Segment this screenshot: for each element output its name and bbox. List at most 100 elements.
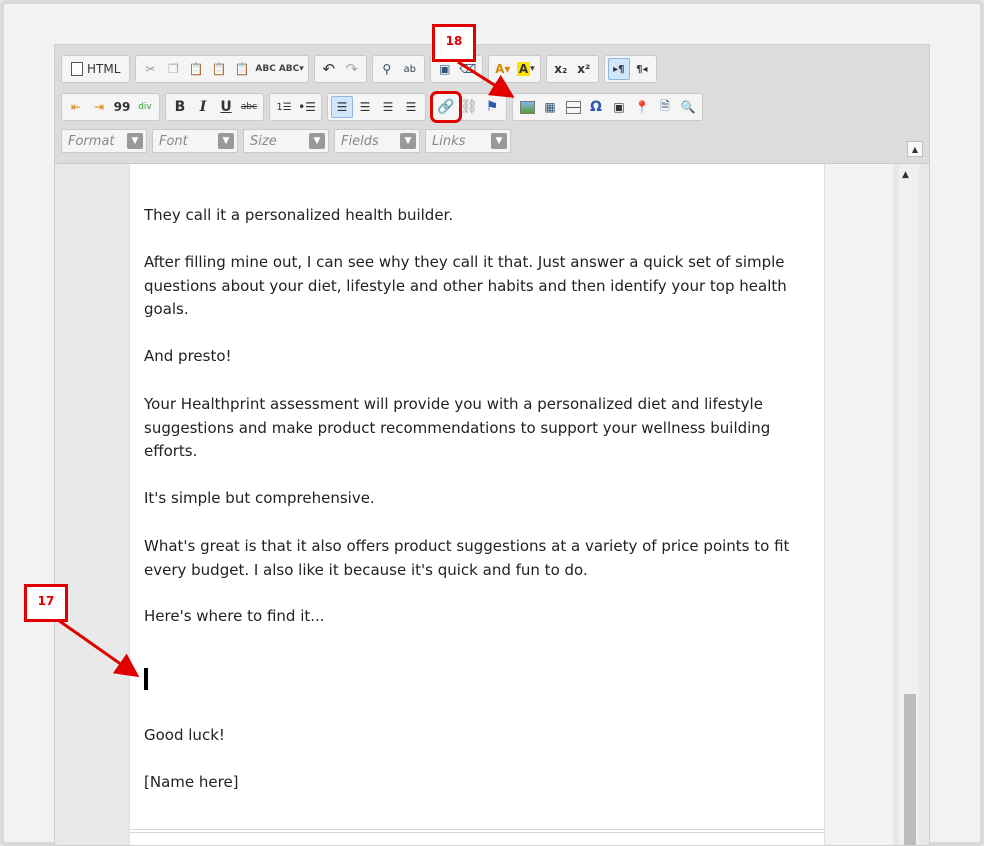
numbered-list-button[interactable]: 1☰ (273, 96, 295, 118)
format-select[interactable]: Format ▼ (61, 129, 147, 153)
omega-icon: Ω (590, 99, 602, 115)
spellcheck-button[interactable]: ABC (254, 58, 276, 80)
html-button-label: HTML (87, 62, 121, 76)
redo-icon: ↷ (345, 60, 359, 78)
paste-button[interactable]: 📋 (185, 58, 207, 80)
background-color-icon: A (516, 62, 531, 76)
paragraph-6: What's great is that it also offers prod… (144, 537, 790, 579)
binoculars-icon: ⚲ (382, 62, 392, 76)
paragraph-8: Good luck! (144, 726, 225, 744)
align-left-button[interactable]: ☰ (331, 96, 353, 118)
page-bottom-divider (130, 829, 824, 833)
underline-button[interactable]: U (215, 96, 237, 118)
paste-text-button[interactable]: 📋 (208, 58, 230, 80)
clipboard-group: ✂ ❐ 📋 📋 📋 ABC ABC▾ (135, 55, 309, 83)
vertical-scrollbar[interactable]: ▲ (899, 164, 919, 845)
text-color-button[interactable]: A▾ (492, 58, 514, 80)
scrollbar-thumb[interactable] (904, 694, 916, 845)
document-icon (71, 62, 83, 76)
editor-toolbar: HTML ✂ ❐ 📋 📋 📋 ABC ABC▾ ↶ ↷ ⚲ ab ▣ ⌫ A▾ … (55, 45, 929, 164)
clipboard-text-icon: 📋 (211, 62, 227, 76)
indent-icon: ⇥ (93, 100, 105, 114)
collapse-icon: ▲ (911, 144, 919, 154)
horizontal-rule-button[interactable] (562, 96, 584, 118)
indent-button[interactable]: ⇥ (88, 96, 110, 118)
bulleted-list-button[interactable]: •☰ (296, 96, 318, 118)
fields-select-label: Fields (341, 133, 379, 149)
cut-button[interactable]: ✂ (139, 58, 161, 80)
preview-button[interactable]: 🔍 (677, 96, 699, 118)
ltr-button[interactable]: ▸¶ (607, 58, 630, 80)
redo-button[interactable]: ↷ (341, 58, 363, 80)
rtl-button[interactable]: ¶◂ (631, 58, 653, 80)
spellcheck-dropdown-icon: ABC▾ (278, 64, 304, 74)
align-center-button[interactable]: ☰ (354, 96, 376, 118)
text-direction-ltr-icon: ▸¶ (613, 63, 625, 75)
collapse-toolbar-button[interactable]: ▲ (907, 141, 923, 157)
right-margin (825, 164, 893, 845)
superscript-button[interactable]: x² (573, 58, 595, 80)
image-button[interactable] (516, 96, 538, 118)
toolbar-row-3: Format ▼ Font ▼ Size ▼ Fields ▼ Links ▼ (61, 129, 511, 153)
template-button[interactable]: 🗎 (654, 96, 676, 118)
iframe-button[interactable]: ▣ (608, 96, 630, 118)
select-all-icon: ▣ (439, 62, 451, 76)
map-button[interactable]: 📍 (631, 96, 653, 118)
align-right-button[interactable]: ☰ (377, 96, 399, 118)
paragraph-7: Here's where to find it... (144, 607, 325, 625)
align-justify-button[interactable]: ☰ (400, 96, 422, 118)
special-char-button[interactable]: Ω (585, 96, 607, 118)
creatediv-button[interactable]: div (134, 96, 156, 118)
undo-button[interactable]: ↶ (318, 58, 340, 80)
font-select[interactable]: Font ▼ (152, 129, 238, 153)
superscript-label: x² (577, 62, 591, 76)
indent-group: ⇤ ⇥ 99 div (61, 93, 160, 121)
left-margin (61, 164, 129, 845)
html-source-button[interactable]: HTML (65, 58, 126, 80)
subscript-label: x₂ (554, 62, 568, 76)
scissors-icon: ✂ (145, 62, 156, 76)
chain-link-icon: 🔗 (437, 99, 455, 115)
underline-label: U (220, 99, 232, 115)
chevron-down-icon: ▼ (491, 133, 507, 149)
image-icon (519, 100, 535, 114)
link-button[interactable]: 🔗 (430, 91, 462, 123)
editor-content-area[interactable]: They call it a personalized health build… (61, 164, 893, 845)
callout-18: 18 (432, 24, 476, 62)
table-button[interactable]: ▦ (539, 96, 561, 118)
background-color-button[interactable]: A ▾ (515, 58, 537, 80)
color-group: A▾ A ▾ (487, 55, 541, 83)
document-page[interactable]: They call it a personalized health build… (129, 164, 825, 845)
paragraph-4: Your Healthprint assessment will provide… (144, 395, 771, 460)
copy-button[interactable]: ❐ (162, 58, 184, 80)
strikethrough-button[interactable]: abc (238, 96, 260, 118)
toolbar-row-1: HTML ✂ ❐ 📋 📋 📋 ABC ABC▾ ↶ ↷ ⚲ ab ▣ ⌫ A▾ … (61, 55, 657, 83)
italic-button[interactable]: I (192, 96, 214, 118)
chevron-down-icon: ▼ (309, 133, 325, 149)
scroll-up-icon[interactable]: ▲ (902, 170, 909, 180)
anchor-button[interactable]: ⚑ (481, 96, 503, 118)
size-select[interactable]: Size ▼ (243, 129, 329, 153)
flag-icon: ⚑ (485, 99, 499, 115)
spellcheck-dropdown-button[interactable]: ABC▾ (278, 58, 305, 80)
subscript-button[interactable]: x₂ (550, 58, 572, 80)
find-button[interactable]: ⚲ (376, 58, 398, 80)
paragraph-1: They call it a personalized health build… (144, 206, 454, 224)
blockquote-button[interactable]: 99 (111, 96, 133, 118)
horizontal-rule-icon (565, 100, 581, 114)
iframe-icon: ▣ (613, 100, 625, 114)
replace-button[interactable]: ab (399, 58, 421, 80)
unlink-button[interactable]: ⛓ (458, 96, 480, 118)
align-group: ☰ ☰ ☰ ☰ (327, 93, 426, 121)
bold-button[interactable]: B (169, 96, 191, 118)
chevron-down-icon: ▼ (218, 133, 234, 149)
rich-text-editor: HTML ✂ ❐ 📋 📋 📋 ABC ABC▾ ↶ ↷ ⚲ ab ▣ ⌫ A▾ … (54, 44, 930, 846)
unlink-icon: ⛓ (460, 99, 478, 115)
outdent-button[interactable]: ⇤ (65, 96, 87, 118)
paste-word-button[interactable]: 📋 (231, 58, 253, 80)
spellcheck-icon: ABC (255, 64, 276, 74)
paragraph-5: It's simple but comprehensive. (144, 489, 375, 507)
map-pin-icon: 📍 (634, 100, 650, 114)
fields-select[interactable]: Fields ▼ (334, 129, 420, 153)
links-select[interactable]: Links ▼ (425, 129, 511, 153)
